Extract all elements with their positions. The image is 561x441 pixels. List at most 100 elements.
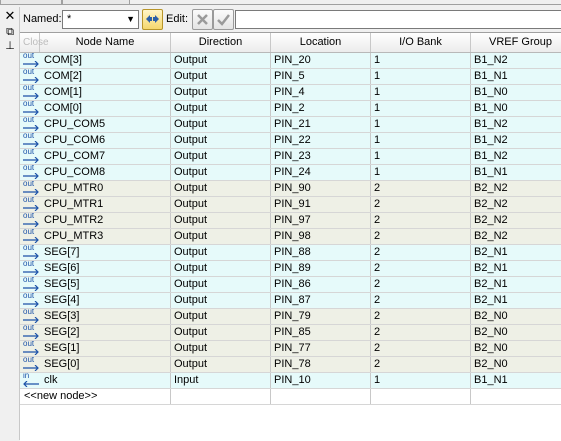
io-bank-cell[interactable]: 2 bbox=[371, 277, 471, 292]
io-bank-cell[interactable]: 1 bbox=[371, 117, 471, 132]
table-row[interactable]: out CPU_COM6 Output PIN_22 1 B1_N2 bbox=[20, 133, 561, 149]
location-cell[interactable]: PIN_77 bbox=[271, 341, 371, 356]
direction-cell[interactable]: Output bbox=[171, 341, 271, 356]
accept-edit-button[interactable] bbox=[213, 9, 234, 30]
direction-cell[interactable]: Output bbox=[171, 53, 271, 68]
edit-input[interactable] bbox=[235, 10, 561, 29]
location-cell[interactable]: PIN_85 bbox=[271, 325, 371, 340]
io-bank-cell[interactable]: 2 bbox=[371, 309, 471, 324]
header-corner[interactable]: Close bbox=[20, 33, 49, 52]
location-cell[interactable]: PIN_10 bbox=[271, 373, 371, 388]
vref-group-cell[interactable]: B1_N2 bbox=[471, 53, 561, 68]
vref-group-cell[interactable]: B2_N2 bbox=[471, 181, 561, 196]
node-name-cell[interactable]: out CPU_MTR0 bbox=[20, 181, 171, 196]
direction-cell[interactable]: Output bbox=[171, 261, 271, 276]
direction-cell[interactable]: Output bbox=[171, 357, 271, 372]
io-bank-cell[interactable]: 1 bbox=[371, 69, 471, 84]
direction-cell[interactable]: Output bbox=[171, 85, 271, 100]
vref-group-cell[interactable]: B1_N2 bbox=[471, 117, 561, 132]
location-cell[interactable]: PIN_97 bbox=[271, 213, 371, 228]
vref-group-cell[interactable]: B1_N2 bbox=[471, 133, 561, 148]
vref-group-cell[interactable]: B1_N1 bbox=[471, 69, 561, 84]
table-row[interactable]: out SEG[2] Output PIN_85 2 B2_N0 bbox=[20, 325, 561, 341]
table-row[interactable]: in clk Input PIN_10 1 B1_N1 bbox=[20, 373, 561, 389]
cancel-edit-button[interactable] bbox=[192, 9, 213, 30]
table-row[interactable]: out CPU_COM8 Output PIN_24 1 B1_N1 bbox=[20, 165, 561, 181]
table-row[interactable]: out SEG[3] Output PIN_79 2 B2_N0 bbox=[20, 309, 561, 325]
node-name-cell[interactable]: out CPU_COM8 bbox=[20, 165, 171, 180]
header-vref-group[interactable]: VREF Group bbox=[471, 33, 561, 52]
node-name-cell[interactable]: out SEG[1] bbox=[20, 341, 171, 356]
node-name-cell[interactable]: out SEG[3] bbox=[20, 309, 171, 324]
location-cell[interactable]: PIN_20 bbox=[271, 53, 371, 68]
named-filter-combo[interactable]: * ▼ bbox=[62, 10, 139, 29]
node-name-cell[interactable]: out COM[1] bbox=[20, 85, 171, 100]
node-finder-button[interactable] bbox=[142, 9, 163, 30]
header-direction[interactable]: Direction bbox=[171, 33, 271, 52]
table-row[interactable]: out SEG[6] Output PIN_89 2 B2_N1 bbox=[20, 261, 561, 277]
direction-cell[interactable]: Output bbox=[171, 325, 271, 340]
location-cell[interactable]: PIN_24 bbox=[271, 165, 371, 180]
tab-right[interactable] bbox=[62, 0, 130, 5]
location-cell[interactable]: PIN_23 bbox=[271, 149, 371, 164]
tab-left[interactable] bbox=[0, 0, 62, 5]
direction-cell[interactable]: Output bbox=[171, 277, 271, 292]
new-node-row[interactable]: <<new node>> bbox=[20, 389, 561, 405]
location-cell[interactable]: PIN_90 bbox=[271, 181, 371, 196]
direction-cell[interactable]: Output bbox=[171, 149, 271, 164]
vref-group-cell[interactable]: B1_N0 bbox=[471, 101, 561, 116]
io-bank-cell[interactable]: 2 bbox=[371, 325, 471, 340]
node-name-cell[interactable]: out CPU_MTR1 bbox=[20, 197, 171, 212]
io-bank-cell[interactable]: 2 bbox=[371, 293, 471, 308]
table-row[interactable]: out SEG[0] Output PIN_78 2 B2_N0 bbox=[20, 357, 561, 373]
node-name-cell[interactable]: out SEG[6] bbox=[20, 261, 171, 276]
io-bank-cell[interactable]: 1 bbox=[371, 149, 471, 164]
location-cell[interactable]: PIN_2 bbox=[271, 101, 371, 116]
empty-cell[interactable] bbox=[471, 389, 561, 404]
direction-cell[interactable]: Output bbox=[171, 69, 271, 84]
vref-group-cell[interactable]: B2_N0 bbox=[471, 309, 561, 324]
vref-group-cell[interactable]: B2_N2 bbox=[471, 213, 561, 228]
direction-cell[interactable]: Output bbox=[171, 213, 271, 228]
io-bank-cell[interactable]: 1 bbox=[371, 165, 471, 180]
table-row[interactable]: out COM[2] Output PIN_5 1 B1_N1 bbox=[20, 69, 561, 85]
io-bank-cell[interactable]: 2 bbox=[371, 197, 471, 212]
table-row[interactable]: out SEG[1] Output PIN_77 2 B2_N0 bbox=[20, 341, 561, 357]
io-bank-cell[interactable]: 2 bbox=[371, 213, 471, 228]
node-name-cell[interactable]: out SEG[7] bbox=[20, 245, 171, 260]
io-bank-cell[interactable]: 2 bbox=[371, 229, 471, 244]
vref-group-cell[interactable]: B2_N0 bbox=[471, 341, 561, 356]
io-bank-cell[interactable]: 1 bbox=[371, 101, 471, 116]
location-cell[interactable]: PIN_98 bbox=[271, 229, 371, 244]
node-name-cell[interactable]: out COM[3] bbox=[20, 53, 171, 68]
vref-group-cell[interactable]: B2_N1 bbox=[471, 245, 561, 260]
node-name-cell[interactable]: in clk bbox=[20, 373, 171, 388]
io-bank-cell[interactable]: 1 bbox=[371, 53, 471, 68]
node-name-cell[interactable]: out CPU_COM5 bbox=[20, 117, 171, 132]
header-location[interactable]: Location bbox=[271, 33, 371, 52]
io-bank-cell[interactable]: 2 bbox=[371, 357, 471, 372]
vref-group-cell[interactable]: B2_N1 bbox=[471, 277, 561, 292]
node-name-cell[interactable]: out SEG[2] bbox=[20, 325, 171, 340]
vref-group-cell[interactable]: B1_N1 bbox=[471, 373, 561, 388]
direction-cell[interactable]: Output bbox=[171, 181, 271, 196]
direction-cell[interactable]: Output bbox=[171, 165, 271, 180]
io-bank-cell[interactable]: 2 bbox=[371, 245, 471, 260]
location-cell[interactable]: PIN_91 bbox=[271, 197, 371, 212]
location-cell[interactable]: PIN_4 bbox=[271, 85, 371, 100]
node-name-cell[interactable]: out CPU_COM7 bbox=[20, 149, 171, 164]
node-name-cell[interactable]: out SEG[4] bbox=[20, 293, 171, 308]
io-bank-cell[interactable]: 2 bbox=[371, 341, 471, 356]
io-bank-cell[interactable]: 1 bbox=[371, 85, 471, 100]
vref-group-cell[interactable]: B2_N1 bbox=[471, 261, 561, 276]
table-row[interactable]: out COM[3] Output PIN_20 1 B1_N2 bbox=[20, 53, 561, 69]
table-row[interactable]: out CPU_MTR3 Output PIN_98 2 B2_N2 bbox=[20, 229, 561, 245]
header-io-bank[interactable]: I/O Bank bbox=[371, 33, 471, 52]
location-cell[interactable]: PIN_79 bbox=[271, 309, 371, 324]
chevron-down-icon[interactable]: ▼ bbox=[126, 15, 135, 24]
location-cell[interactable]: PIN_22 bbox=[271, 133, 371, 148]
vref-group-cell[interactable]: B2_N2 bbox=[471, 197, 561, 212]
header-node-name[interactable]: Node Name bbox=[40, 33, 171, 52]
direction-cell[interactable]: Output bbox=[171, 197, 271, 212]
io-bank-cell[interactable]: 1 bbox=[371, 133, 471, 148]
